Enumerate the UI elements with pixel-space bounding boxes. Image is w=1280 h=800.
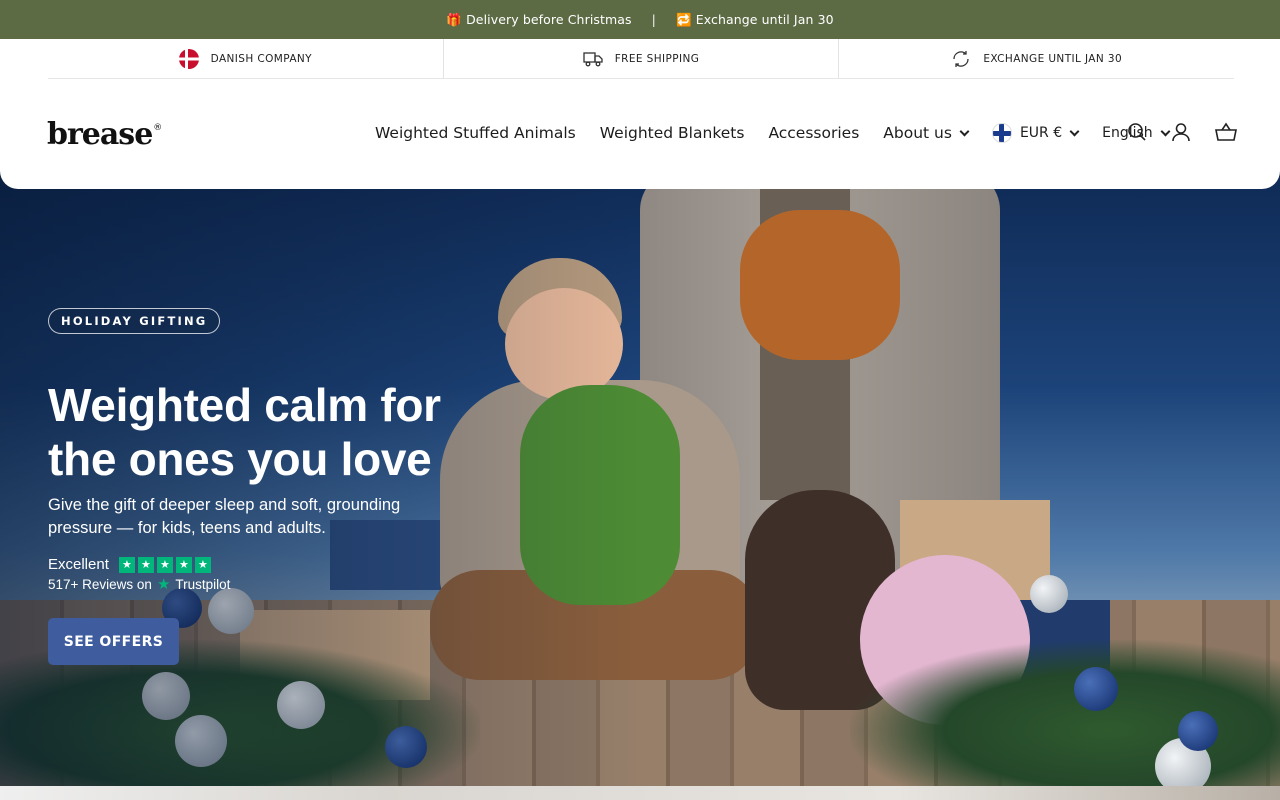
chevron-down-icon [959,126,970,136]
nav-about-us-label: About us [883,124,952,142]
announcement-separator: | [651,12,656,27]
hero-banner: HOLIDAY GIFTING Weighted calm for the on… [0,170,1280,786]
hero-ornament [1074,667,1118,711]
nav-accessories[interactable]: Accessories [768,124,859,142]
header-icons [1127,122,1237,142]
hero-badge: HOLIDAY GIFTING [48,308,221,334]
usp-label: EXCHANGE UNTIL JAN 30 [983,52,1123,65]
usp-bar: DANISH COMPANY FREE SHIPPING EXCHANGE UN… [48,39,1234,79]
chevron-down-icon [1069,126,1080,136]
trustpilot-label: Trustpilot [175,576,231,592]
hero-content: HOLIDAY GIFTING Weighted calm for the on… [48,308,508,665]
account-button[interactable] [1171,122,1191,142]
cart-icon [1215,122,1237,141]
usp-label: FREE SHIPPING [614,52,700,65]
usp-danish-company: DANISH COMPANY [48,39,444,78]
star-icon: ★ [175,556,192,573]
usp-label: DANISH COMPANY [210,52,312,65]
hero-highland-cow-plush [740,210,900,360]
search-icon [1128,123,1146,141]
announcement-delivery: 🎁 Delivery before Christmas [446,11,632,27]
brand-logo[interactable]: brease® [47,117,162,152]
finland-flag-icon [991,123,1012,143]
account-icon [1172,123,1190,142]
star-icon: ★ [194,556,211,573]
search-button[interactable] [1127,122,1147,142]
currency-label: EUR € [1019,125,1063,141]
exchange-icon [953,50,969,67]
truck-icon [583,51,603,66]
brand-registered-mark: ® [153,123,162,133]
danish-flag-icon [178,48,199,69]
rating-label: Excellent [48,556,109,573]
usp-exchange: EXCHANGE UNTIL JAN 30 [839,39,1234,78]
rating-stars: ★ ★ ★ ★ ★ [118,556,214,573]
usp-free-shipping: FREE SHIPPING [444,39,840,78]
star-icon: ★ [156,556,173,573]
site-header: brease® Weighted Stuffed Animals Weighte… [0,79,1280,189]
reviews-count: 517+ Reviews on [48,576,152,592]
star-icon: ★ [137,556,154,573]
nav-about-us[interactable]: About us [883,124,970,142]
brand-logo-text: brease [47,117,153,152]
trustpilot-star-icon: ★ [156,576,171,593]
hero-fir-branches [850,640,1280,786]
main-nav: Weighted Stuffed Animals Weighted Blanke… [375,123,1193,143]
hero-subtitle: Give the gift of deeper sleep and soft, … [48,496,401,537]
announcement-bar: 🎁 Delivery before Christmas | 🔁 Exchange… [0,0,1280,39]
hero-ornament [1178,711,1218,751]
see-offers-button[interactable]: SEE OFFERS [48,618,179,665]
cart-button[interactable] [1215,122,1237,142]
next-section-preview [0,786,1280,800]
nav-weighted-stuffed-animals[interactable]: Weighted Stuffed Animals [375,124,576,142]
hero-title: Weighted calm for the ones you love [48,379,441,485]
nav-weighted-blankets[interactable]: Weighted Blankets [600,124,745,142]
currency-selector[interactable]: EUR € [991,123,1080,143]
trustpilot-rating[interactable]: Excellent ★ ★ ★ ★ ★ 517+ Reviews on ★ Tr… [48,556,508,593]
star-icon: ★ [118,556,135,573]
announcement-exchange: 🔁 Exchange until Jan 30 [675,11,834,27]
hero-ornament [1030,575,1068,613]
